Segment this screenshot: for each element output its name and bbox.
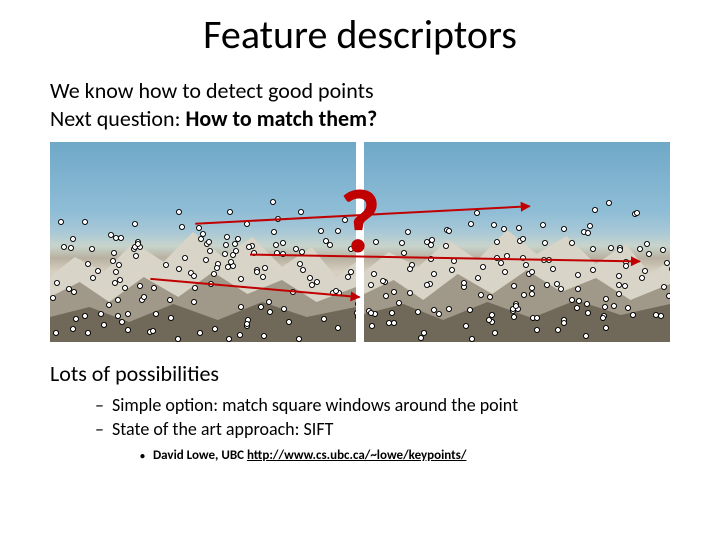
slide-title: Feature descriptors (0, 10, 720, 59)
bullet-list: –Simple option: match square windows aro… (95, 393, 720, 442)
image-panel-left (50, 142, 356, 342)
feature-point-icon (605, 199, 613, 207)
bullet-1-text: Simple option: match square windows arou… (112, 394, 518, 416)
bullet-2: –State of the art approach: SIFT (95, 417, 720, 441)
feature-point-icon (297, 208, 305, 216)
bullet-2-text: State of the art approach: SIFT (112, 418, 333, 440)
sub-bullet-link[interactable]: http://www.cs.ubc.ca/~lowe/keypoints/ (247, 448, 466, 463)
feature-point-icon (175, 208, 183, 216)
image-panel-right (364, 142, 670, 342)
intro-prefix: Next question: (50, 105, 185, 132)
feature-point-icon (226, 208, 234, 216)
intro-line-2: Next question: How to match them? (50, 105, 720, 133)
feature-point-icon (269, 198, 277, 206)
intro-line-1: We know how to detect good points (50, 77, 720, 105)
sub-bullet: •David Lowe, UBC http://www.cs.ubc.ca/~l… (140, 448, 720, 463)
bullet-1: –Simple option: match square windows aro… (95, 393, 720, 417)
question-mark: ? (339, 167, 381, 277)
figure-container: ? (50, 142, 670, 342)
intro-text: We know how to detect good points Next q… (50, 77, 720, 132)
sub-bullet-author: David Lowe, UBC (153, 448, 247, 463)
possibilities-title: Lots of possibilities (50, 360, 720, 387)
intro-bold: How to match them? (185, 105, 377, 132)
feature-point-icon (591, 206, 599, 214)
